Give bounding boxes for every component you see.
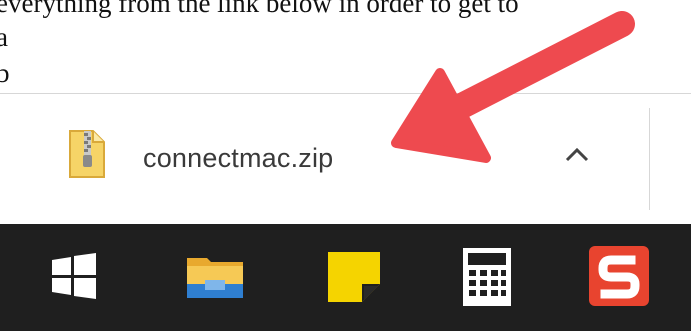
taskbar-start-button[interactable] [42,244,106,308]
page-text-line-2: a [0,22,8,52]
taskbar-file-explorer[interactable] [183,244,247,308]
download-item[interactable]: connectmac.zip [55,115,625,205]
folder-icon [183,258,247,312]
taskbar-sticky-notes[interactable] [322,244,386,308]
taskbar [0,224,691,331]
download-bar-top-border [0,93,691,94]
download-file-name: connectmac.zip [143,143,334,173]
windows-logo-icon [42,253,106,312]
taskbar-calculator[interactable] [455,244,519,308]
page-text-line-1: everything from the link below in order … [0,0,519,18]
download-bar-divider [649,108,650,210]
taskbar-snagit[interactable] [587,244,651,308]
snagit-icon [587,246,651,312]
page-text-line-3: b [0,58,10,88]
sticky-note-icon [322,252,386,312]
chevron-up-icon [555,147,599,180]
zip-file-icon [67,129,107,179]
download-options-button[interactable] [555,132,599,176]
calculator-icon [455,248,519,312]
page-content-text: everything from the link below in order … [0,0,691,95]
